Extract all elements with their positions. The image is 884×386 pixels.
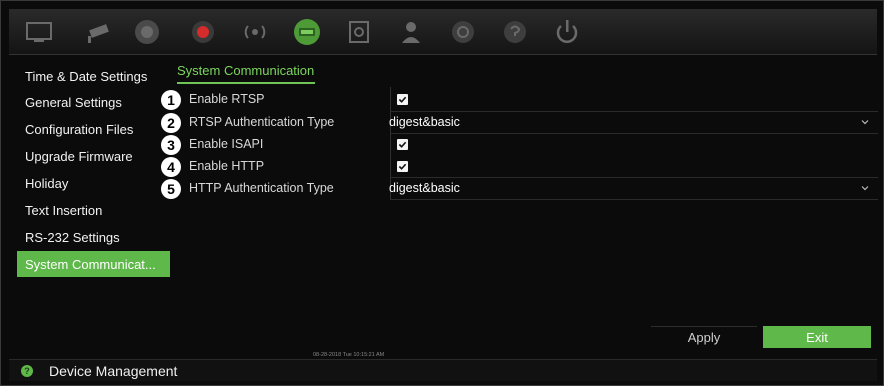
checkmark-icon — [398, 96, 407, 103]
sidebar-item-rs232[interactable]: RS-232 Settings — [17, 224, 175, 250]
setting-label: Enable RTSP — [189, 92, 265, 106]
camera-icon[interactable] — [83, 16, 115, 48]
apply-button[interactable]: Apply — [651, 326, 757, 348]
top-toolbar — [9, 9, 877, 55]
app-window: Time & Date Settings General Settings Co… — [0, 0, 884, 386]
setting-row-enable-rtsp: 1 Enable RTSP — [161, 89, 877, 111]
setting-row-http-auth: 5 HTTP Authentication Type digest&basic — [161, 178, 877, 200]
setting-label: HTTP Authentication Type — [189, 181, 334, 195]
setting-label: Enable HTTP — [189, 159, 265, 173]
sidebar-item-upgrade-firmware[interactable]: Upgrade Firmware — [17, 143, 175, 169]
status-text: Device Management — [49, 363, 178, 379]
sidebar-item-system-communication[interactable]: System Communicat... — [17, 251, 170, 277]
chevron-down-icon[interactable] — [861, 118, 869, 126]
settings-sidebar: Time & Date Settings General Settings Co… — [9, 57, 171, 357]
storage-icon[interactable] — [343, 16, 375, 48]
setting-row-rtsp-auth: 2 RTSP Authentication Type digest&basic — [161, 112, 877, 134]
enable-http-checkbox[interactable] — [397, 161, 408, 172]
settings-icon[interactable] — [447, 16, 479, 48]
help-icon[interactable]: ? — [21, 365, 33, 377]
power-icon[interactable] — [551, 16, 583, 48]
exit-button[interactable]: Exit — [763, 326, 871, 348]
timestamp: 08-28-2018 Tue 10:15:21 AM — [313, 352, 385, 358]
checkmark-icon — [398, 163, 407, 170]
callout-number: 4 — [161, 157, 181, 177]
sidebar-item-general[interactable]: General Settings — [17, 89, 175, 115]
setting-row-enable-http: 4 Enable HTTP — [161, 156, 877, 178]
recording-icon[interactable] — [131, 16, 163, 48]
setting-label: Enable ISAPI — [189, 137, 264, 151]
callout-number: 1 — [161, 90, 181, 110]
alarm-icon[interactable] — [187, 16, 219, 48]
chevron-down-icon[interactable] — [861, 184, 869, 192]
sidebar-item-configuration-files[interactable]: Configuration Files — [17, 116, 175, 142]
device-management-icon[interactable] — [291, 16, 323, 48]
rtsp-auth-dropdown[interactable]: digest&basic — [389, 115, 460, 129]
http-auth-dropdown[interactable]: digest&basic — [389, 181, 460, 195]
setting-row-enable-isapi: 3 Enable ISAPI — [161, 134, 877, 156]
status-bar: ? Device Management — [9, 359, 877, 381]
sidebar-item-time-date[interactable]: Time & Date Settings — [17, 63, 175, 89]
enable-rtsp-checkbox[interactable] — [397, 94, 408, 105]
sidebar-item-holiday[interactable]: Holiday — [17, 170, 175, 196]
sidebar-item-text-insertion[interactable]: Text Insertion — [17, 197, 175, 223]
help-icon[interactable] — [499, 16, 531, 48]
enable-isapi-checkbox[interactable] — [397, 139, 408, 150]
checkmark-icon — [398, 141, 407, 148]
callout-number: 5 — [161, 179, 181, 199]
tab-system-communication[interactable]: System Communication — [177, 63, 315, 84]
user-icon[interactable] — [395, 16, 427, 48]
callout-number: 2 — [161, 113, 181, 133]
setting-label: RTSP Authentication Type — [189, 115, 335, 129]
network-icon[interactable] — [239, 16, 271, 48]
monitor-icon[interactable] — [23, 16, 55, 48]
callout-number: 3 — [161, 135, 181, 155]
